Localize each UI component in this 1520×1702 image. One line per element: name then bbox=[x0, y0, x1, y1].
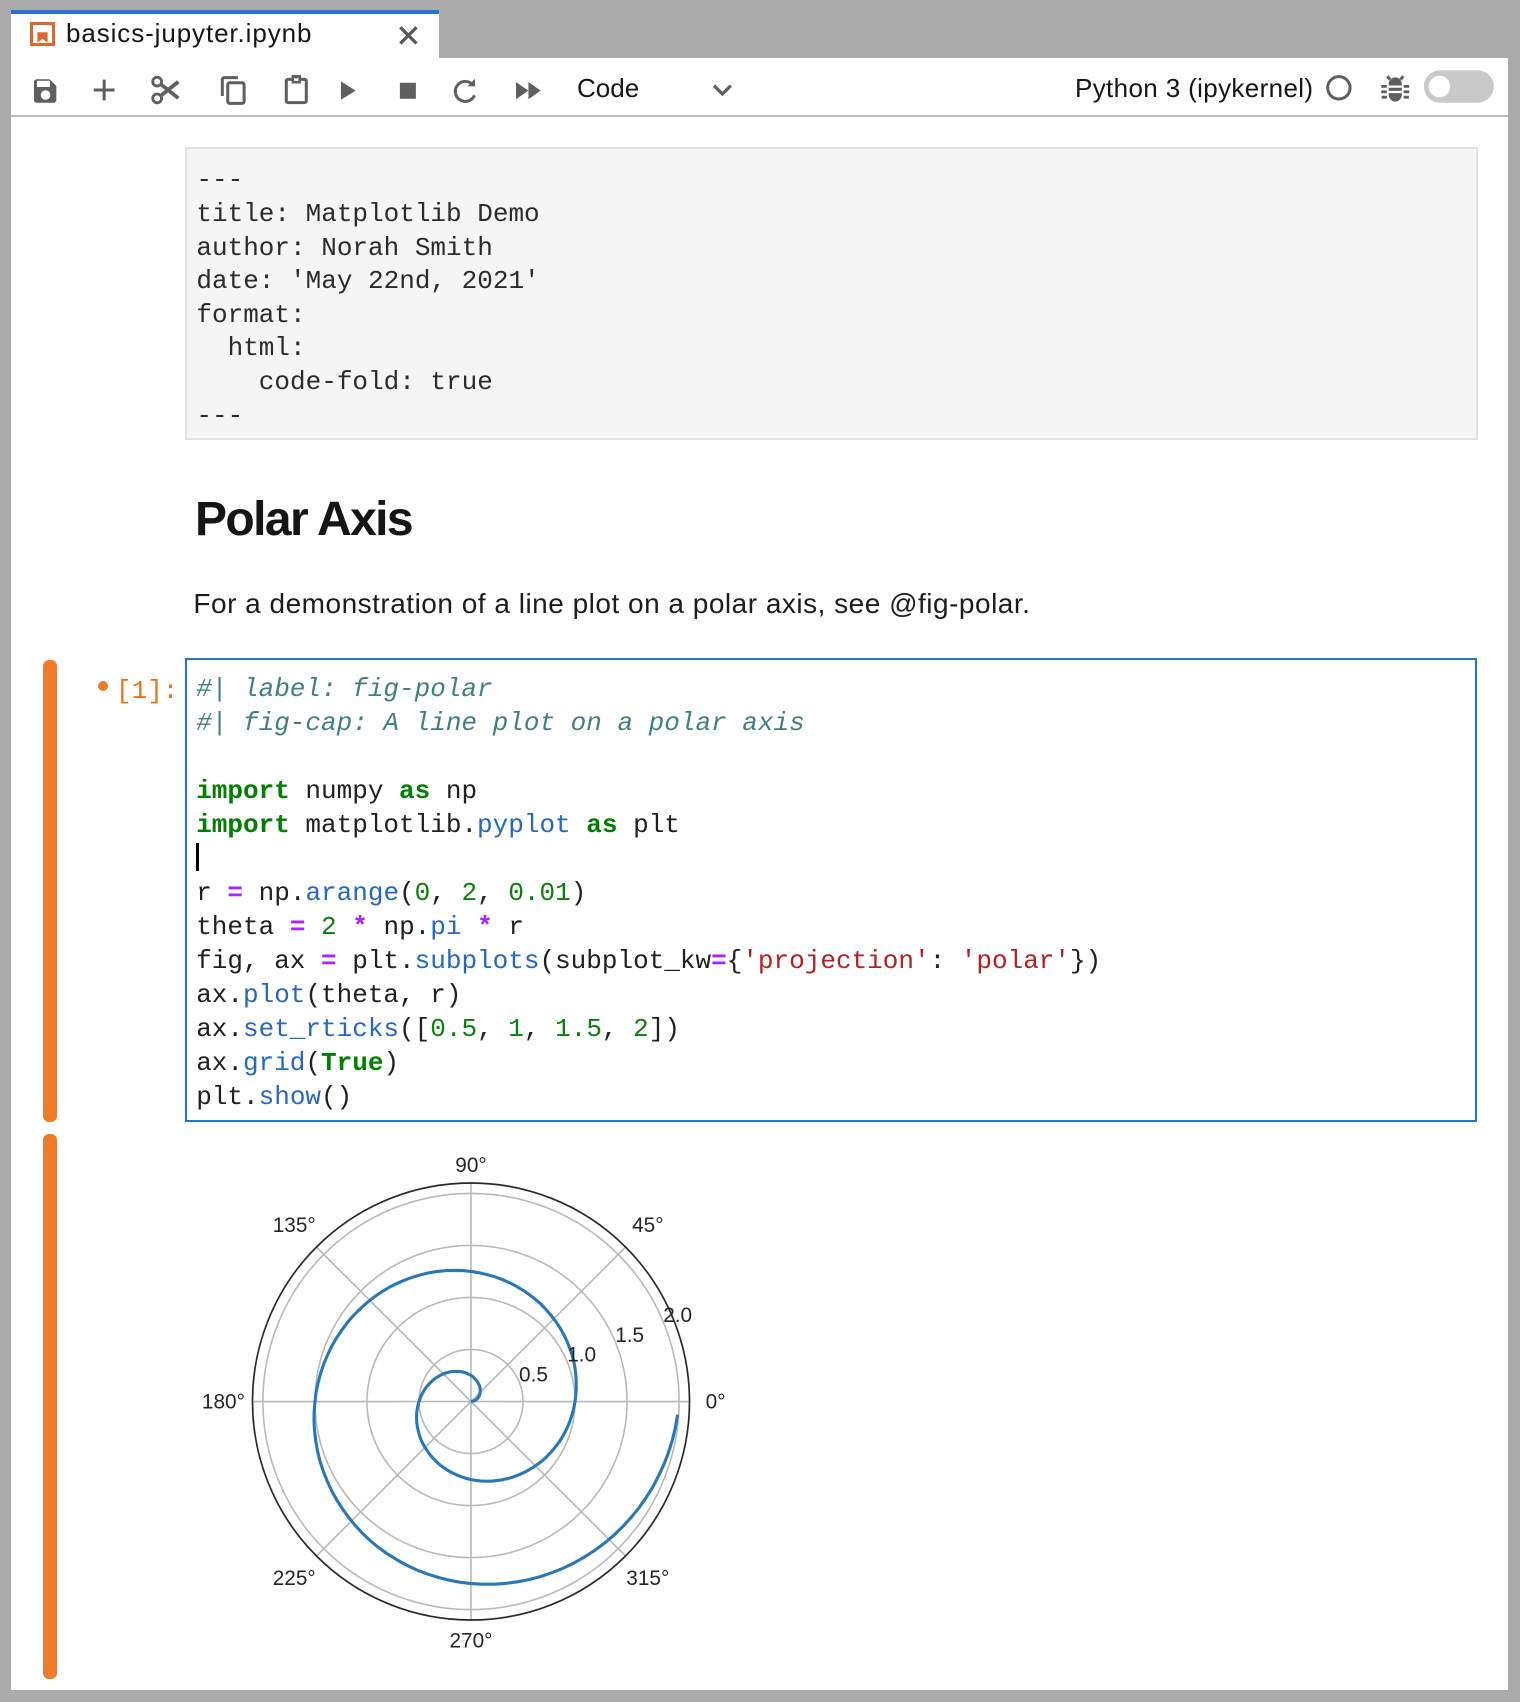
svg-text:315°: 315° bbox=[626, 1567, 669, 1590]
svg-text:225°: 225° bbox=[273, 1567, 316, 1590]
svg-text:135°: 135° bbox=[273, 1214, 316, 1237]
svg-text:2.0: 2.0 bbox=[663, 1304, 692, 1327]
svg-text:90°: 90° bbox=[455, 1154, 486, 1177]
svg-text:180°: 180° bbox=[202, 1390, 245, 1413]
svg-text:1.5: 1.5 bbox=[615, 1324, 644, 1347]
svg-text:0.5: 0.5 bbox=[519, 1364, 548, 1387]
svg-text:0°: 0° bbox=[706, 1390, 726, 1413]
svg-text:1.0: 1.0 bbox=[567, 1344, 596, 1367]
svg-text:270°: 270° bbox=[449, 1630, 492, 1653]
svg-text:45°: 45° bbox=[632, 1214, 663, 1237]
